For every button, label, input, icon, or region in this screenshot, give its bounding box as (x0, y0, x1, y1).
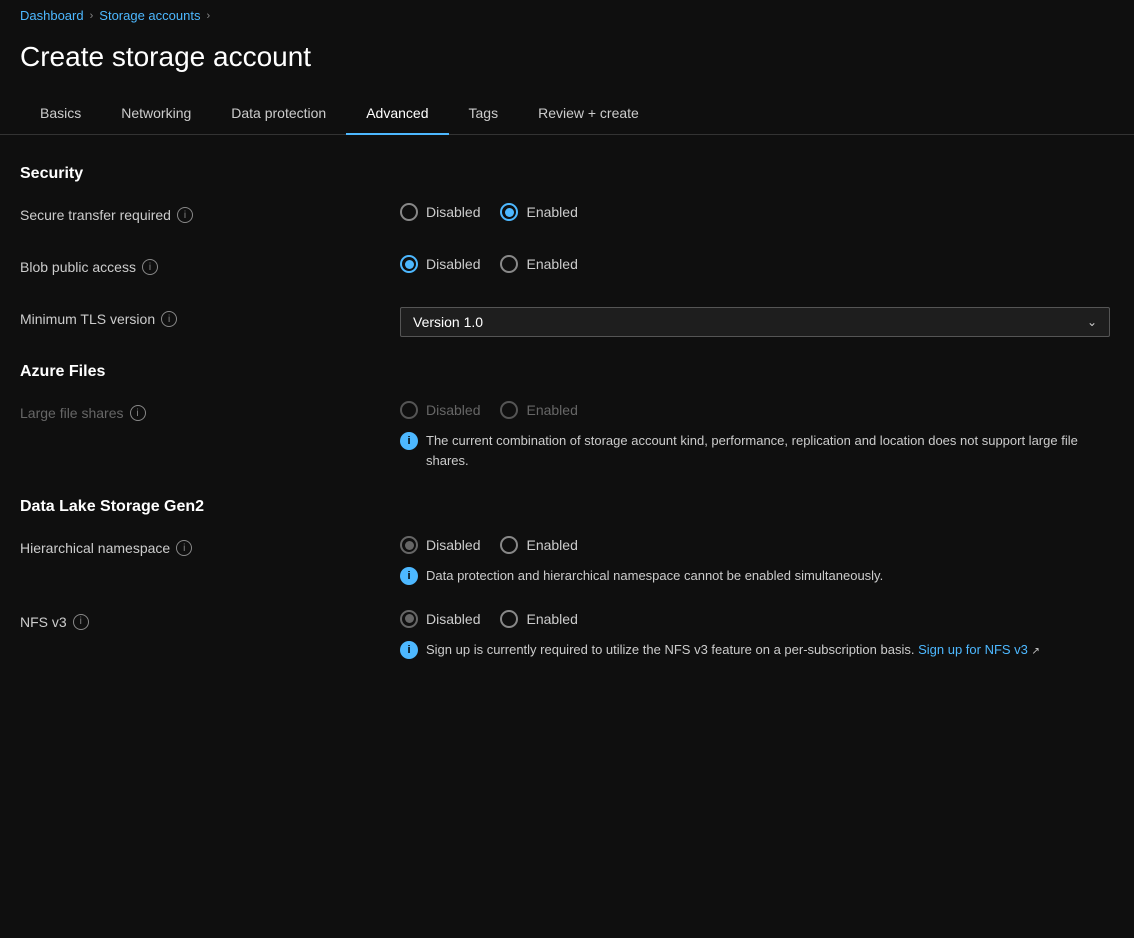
hierarchical-info-circle: i (400, 567, 418, 585)
data-lake-section-title: Data Lake Storage Gen2 (20, 498, 1114, 516)
blob-public-access-text: Blob public access (20, 259, 136, 275)
breadcrumb-sep2: › (206, 10, 210, 22)
min-tls-text: Minimum TLS version (20, 311, 155, 327)
hierarchical-enabled-option[interactable]: Enabled (500, 536, 577, 554)
content-area: Security Secure transfer required i Disa… (0, 135, 1134, 713)
hierarchical-namespace-controls: Disabled Enabled i Data protection and h… (400, 536, 883, 590)
hierarchical-namespace-label: Hierarchical namespace i (20, 536, 400, 556)
large-file-shares-label: Large file shares i (20, 401, 400, 421)
hierarchical-enabled-radio[interactable] (500, 536, 518, 554)
large-file-shares-text: Large file shares (20, 405, 124, 421)
large-file-enabled-option[interactable]: Enabled (500, 401, 577, 419)
nfs-enabled-option[interactable]: Enabled (500, 610, 577, 628)
large-file-enabled-radio[interactable] (500, 401, 518, 419)
tab-advanced[interactable]: Advanced (346, 93, 448, 135)
nfs-disabled-radio[interactable] (400, 610, 418, 628)
large-file-disabled-option[interactable]: Disabled (400, 401, 480, 419)
blob-access-enabled-option[interactable]: Enabled (500, 255, 577, 273)
large-file-shares-radio-row: Disabled Enabled (400, 401, 1114, 419)
blob-access-disabled-label: Disabled (426, 256, 480, 272)
nfs-v3-row: NFS v3 i Disabled Enabled i Sign up is c… (20, 610, 1114, 664)
nfs-enabled-label: Enabled (526, 611, 577, 627)
nfs-info-box: i Sign up is currently required to utili… (400, 636, 1040, 664)
secure-transfer-disabled-option[interactable]: Disabled (400, 203, 480, 221)
large-file-enabled-label: Enabled (526, 402, 577, 418)
breadcrumb-storage-accounts[interactable]: Storage accounts (99, 8, 200, 23)
hierarchical-enabled-label: Enabled (526, 537, 577, 553)
breadcrumb: Dashboard › Storage accounts › (0, 0, 1134, 31)
blob-access-disabled-radio[interactable] (400, 255, 418, 273)
nfs-info-text: Sign up is currently required to utilize… (426, 640, 1040, 660)
hierarchical-disabled-option[interactable]: Disabled (400, 536, 480, 554)
secure-transfer-enabled-label: Enabled (526, 204, 577, 220)
min-tls-info-icon[interactable]: i (161, 311, 177, 327)
tab-tags[interactable]: Tags (449, 93, 519, 135)
secure-transfer-label: Secure transfer required i (20, 203, 400, 223)
hierarchical-namespace-radio-row: Disabled Enabled (400, 536, 883, 554)
secure-transfer-disabled-label: Disabled (426, 204, 480, 220)
large-file-info-box: i The current combination of storage acc… (400, 427, 1114, 474)
nfs-disabled-option[interactable]: Disabled (400, 610, 480, 628)
secure-transfer-enabled-radio[interactable] (500, 203, 518, 221)
hierarchical-info-box: i Data protection and hierarchical names… (400, 562, 883, 590)
blob-access-disabled-option[interactable]: Disabled (400, 255, 480, 273)
hierarchical-namespace-info-icon[interactable]: i (176, 540, 192, 556)
tab-review-create[interactable]: Review + create (518, 93, 659, 135)
tab-data-protection[interactable]: Data protection (211, 93, 346, 135)
tab-basics[interactable]: Basics (20, 93, 101, 135)
security-section-title: Security (20, 165, 1114, 183)
secure-transfer-enabled-option[interactable]: Enabled (500, 203, 577, 221)
azure-files-section-title: Azure Files (20, 363, 1114, 381)
secure-transfer-row: Secure transfer required i Disabled Enab… (20, 203, 1114, 235)
secure-transfer-disabled-radio[interactable] (400, 203, 418, 221)
nfs-v3-label: NFS v3 i (20, 610, 400, 630)
breadcrumb-sep1: › (90, 10, 94, 22)
nfs-v3-radio-row: Disabled Enabled (400, 610, 1040, 628)
blob-public-access-row: Blob public access i Disabled Enabled (20, 255, 1114, 287)
hierarchical-disabled-radio[interactable] (400, 536, 418, 554)
secure-transfer-text: Secure transfer required (20, 207, 171, 223)
large-file-info-circle: i (400, 432, 418, 450)
external-link-icon: ↗ (1032, 646, 1040, 657)
secure-transfer-control: Disabled Enabled (400, 203, 578, 221)
min-tls-value: Version 1.0 (413, 314, 483, 330)
tab-networking[interactable]: Networking (101, 93, 211, 135)
secure-transfer-info-icon[interactable]: i (177, 207, 193, 223)
blob-access-enabled-radio[interactable] (500, 255, 518, 273)
hierarchical-disabled-label: Disabled (426, 537, 480, 553)
nfs-v3-info-icon[interactable]: i (73, 614, 89, 630)
blob-public-access-control: Disabled Enabled (400, 255, 578, 273)
blob-public-access-label: Blob public access i (20, 255, 400, 275)
nfs-enabled-radio[interactable] (500, 610, 518, 628)
large-file-disabled-radio[interactable] (400, 401, 418, 419)
min-tls-row: Minimum TLS version i Version 1.0 ⌄ (20, 307, 1114, 339)
large-file-info-text: The current combination of storage accou… (426, 431, 1114, 470)
nfs-signup-link[interactable]: Sign up for NFS v3 (918, 642, 1028, 657)
large-file-shares-info-icon[interactable]: i (130, 405, 146, 421)
page-header: Create storage account (0, 31, 1134, 93)
breadcrumb-dashboard[interactable]: Dashboard (20, 8, 84, 23)
large-file-shares-row: Large file shares i Disabled Enabled i T… (20, 401, 1114, 474)
nfs-v3-controls: Disabled Enabled i Sign up is currently … (400, 610, 1040, 664)
min-tls-label: Minimum TLS version i (20, 307, 400, 327)
large-file-shares-controls: Disabled Enabled i The current combinati… (400, 401, 1114, 474)
nfs-v3-text: NFS v3 (20, 614, 67, 630)
hierarchical-namespace-row: Hierarchical namespace i Disabled Enable… (20, 536, 1114, 590)
blob-public-access-info-icon[interactable]: i (142, 259, 158, 275)
nfs-disabled-label: Disabled (426, 611, 480, 627)
blob-access-enabled-label: Enabled (526, 256, 577, 272)
tabs-container: Basics Networking Data protection Advanc… (0, 93, 1134, 135)
nfs-info-circle: i (400, 641, 418, 659)
page-title: Create storage account (20, 41, 1114, 73)
hierarchical-namespace-text: Hierarchical namespace (20, 540, 170, 556)
min-tls-select[interactable]: Version 1.0 ⌄ (400, 307, 1110, 337)
hierarchical-info-text: Data protection and hierarchical namespa… (426, 566, 883, 586)
large-file-disabled-label: Disabled (426, 402, 480, 418)
chevron-down-icon: ⌄ (1087, 315, 1097, 329)
